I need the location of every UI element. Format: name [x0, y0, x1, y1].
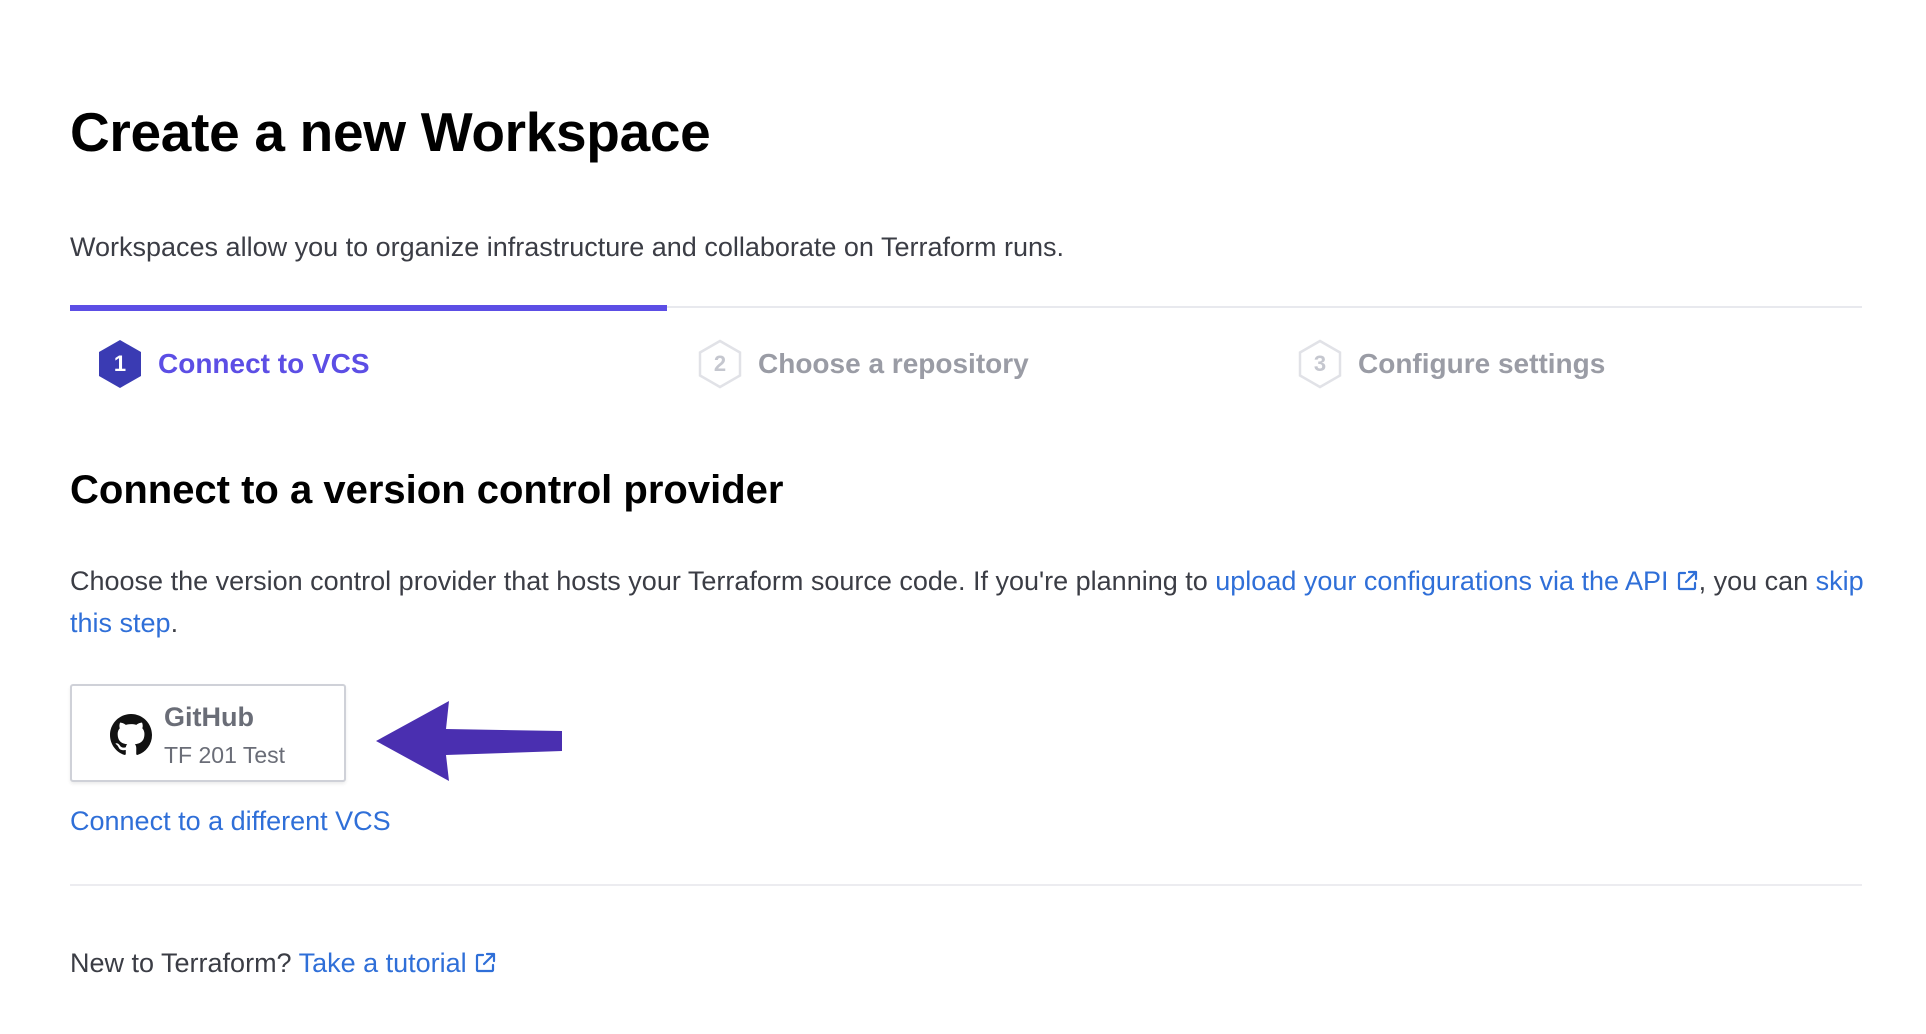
- take-a-tutorial-link[interactable]: Take a tutorial: [299, 948, 497, 978]
- step-number: 2: [713, 351, 727, 376]
- footer-tutorial: New to Terraform? Take a tutorial: [70, 948, 497, 979]
- description-text: .: [170, 608, 179, 638]
- step-badge-inactive: 3: [1296, 337, 1344, 391]
- step-configure-settings[interactable]: 3 Configure settings: [1296, 336, 1605, 392]
- workflow-steps: 1 Connect to VCS 2 Choose a repository 3…: [70, 305, 1862, 396]
- step-label: Choose a repository: [758, 348, 1029, 379]
- step-choose-repository[interactable]: 2 Choose a repository: [696, 336, 1029, 392]
- step-label: Configure settings: [1358, 348, 1606, 379]
- external-link-icon: [475, 952, 495, 973]
- step-number: 3: [1313, 351, 1327, 376]
- annotation-arrow-icon: [376, 701, 562, 781]
- create-workspace-page: Create a new Workspace Workspaces allow …: [70, 0, 1864, 1034]
- take-a-tutorial-link-text: Take a tutorial: [298, 948, 467, 978]
- step-badge-active: 1: [96, 337, 144, 391]
- upload-via-api-link-text: upload your configurations via the API: [1215, 566, 1669, 596]
- external-link-icon: [1677, 570, 1697, 591]
- github-icon: [110, 714, 152, 755]
- provider-name: GitHub: [164, 702, 254, 732]
- step-connect-to-vcs[interactable]: 1 Connect to VCS: [96, 336, 370, 392]
- page-subtitle: Workspaces allow you to organize infrast…: [70, 232, 1064, 262]
- section-title: Connect to a version control provider: [70, 468, 784, 512]
- page-title: Create a new Workspace: [70, 101, 711, 163]
- step-label: Connect to VCS: [158, 348, 370, 379]
- provider-account: TF 201 Test: [164, 742, 286, 768]
- divider: [70, 884, 1862, 886]
- footer-text: New to Terraform?: [70, 948, 299, 978]
- description-text: Choose the version control provider that…: [70, 566, 1216, 596]
- description-text: , you can: [1698, 566, 1816, 596]
- github-provider-button[interactable]: GitHub TF 201 Test: [70, 684, 346, 782]
- step-number: 1: [113, 351, 127, 376]
- steps-progress-bar: [70, 305, 667, 311]
- section-description: Choose the version control provider that…: [70, 560, 1870, 644]
- connect-different-vcs-link[interactable]: Connect to a different VCS: [70, 806, 391, 837]
- step-badge-inactive: 2: [696, 337, 744, 391]
- upload-via-api-link[interactable]: upload your configurations via the API: [1215, 566, 1698, 596]
